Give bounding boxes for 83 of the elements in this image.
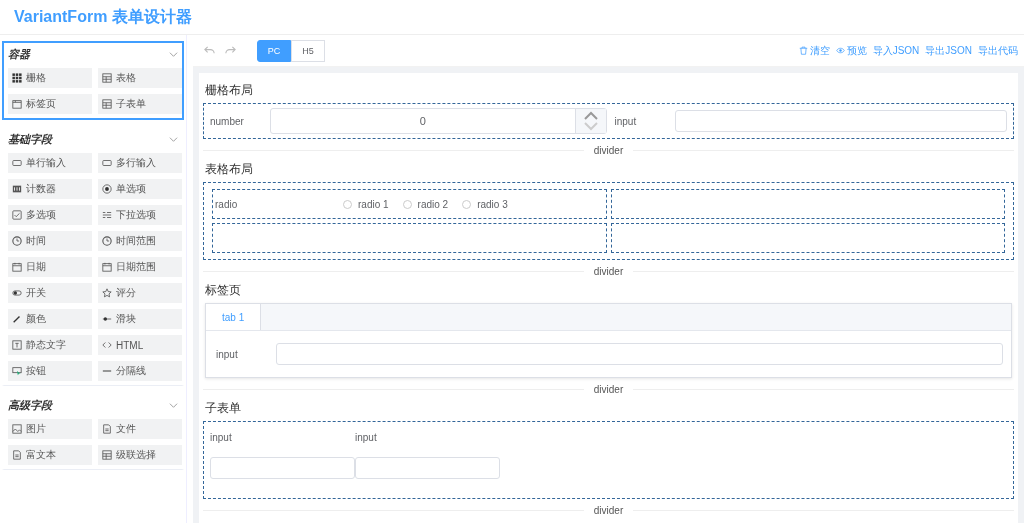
device-toggle[interactable]: H5	[291, 39, 325, 62]
list-icon	[102, 210, 112, 220]
widget-item[interactable]: 静态文字	[8, 335, 92, 355]
widget-item[interactable]: 颜色	[8, 309, 92, 329]
text-input[interactable]	[210, 457, 355, 479]
widget-item[interactable]: 栅格	[8, 68, 92, 88]
slider-icon	[102, 314, 112, 324]
image-icon	[12, 424, 22, 434]
radio-label: radio 2	[417, 198, 449, 210]
divider-label: divider	[593, 383, 624, 395]
group-title[interactable]: 高级字段	[8, 398, 52, 413]
chevron-down-icon[interactable]	[169, 401, 178, 410]
calendar-icon	[102, 262, 112, 272]
widget-item[interactable]: 日期	[8, 257, 92, 277]
text-input[interactable]	[674, 110, 1007, 132]
widget-item[interactable]: 时间范围	[98, 231, 182, 251]
widget-item[interactable]: 子表单	[98, 94, 182, 114]
file-icon	[102, 424, 112, 434]
window-icon	[12, 99, 22, 109]
widget-title: 标签页	[205, 282, 242, 299]
widget-item[interactable]: 日期范围	[98, 257, 182, 277]
clock-icon	[102, 236, 112, 246]
table-icon	[102, 450, 112, 460]
widget-item[interactable]: 级联选择	[98, 445, 182, 465]
widget-item[interactable]: 富文本	[8, 445, 92, 465]
divider-label: divider	[593, 144, 624, 156]
trash-icon[interactable]	[798, 46, 808, 55]
input-icon	[12, 158, 22, 168]
column-label: input	[210, 431, 233, 443]
text-input[interactable]	[355, 457, 500, 479]
column-label: input	[355, 431, 378, 443]
group-title[interactable]: 容器	[8, 47, 30, 62]
divider-label: divider	[593, 504, 624, 516]
widget-item[interactable]: 多选项	[8, 205, 92, 225]
clock-icon	[12, 236, 22, 246]
eye-icon[interactable]	[835, 46, 845, 55]
code-icon	[102, 340, 112, 350]
widget-item[interactable]: 表格	[98, 68, 182, 88]
text-box-icon	[12, 340, 22, 350]
group-title[interactable]: 基础字段	[8, 132, 52, 147]
table-icon	[102, 99, 112, 109]
widget-item[interactable]: 评分	[98, 283, 182, 303]
widget-item[interactable]: HTML	[98, 335, 182, 355]
checkbox-icon	[12, 210, 22, 220]
widget-item[interactable]: 滑块	[98, 309, 182, 329]
widget-item[interactable]: 下拉选项	[98, 205, 182, 225]
app-title: VariantForm 表单设计器	[14, 6, 192, 27]
calendar-icon	[12, 262, 22, 272]
text-input[interactable]	[276, 343, 1003, 365]
widget-title: 表格布局	[205, 161, 254, 178]
grid-icon	[12, 73, 22, 83]
radio-icon	[102, 184, 112, 194]
table-icon	[102, 73, 112, 83]
widget-item[interactable]: 开关	[8, 283, 92, 303]
number-input[interactable]: 0	[270, 108, 607, 134]
field-label: input	[613, 115, 638, 127]
star-icon	[102, 288, 112, 298]
widget-title: 子表单	[205, 400, 242, 417]
widget-item[interactable]: 单行输入	[8, 153, 92, 173]
widget-title: 栅格布局	[205, 82, 254, 99]
chevron-down-icon[interactable]	[169, 50, 178, 59]
widget-item[interactable]: 标签页	[8, 94, 92, 114]
widget-item[interactable]: 图片	[8, 419, 92, 439]
field-label: input	[216, 348, 239, 360]
radio-label: radio 1	[358, 198, 389, 210]
divider-label: divider	[593, 265, 624, 277]
counter-icon	[12, 184, 22, 194]
field-label: number	[209, 115, 245, 127]
pen-icon	[12, 314, 22, 324]
widget-item[interactable]: 多行输入	[98, 153, 182, 173]
field-label: radio	[214, 198, 239, 210]
button-icon	[12, 366, 22, 376]
widget-item[interactable]: 分隔线	[98, 361, 182, 381]
widget-item[interactable]: 文件	[98, 419, 182, 439]
file-icon	[12, 450, 22, 460]
toggle-icon	[12, 288, 22, 298]
widget-item[interactable]: 计数器	[8, 179, 92, 199]
input-icon	[102, 158, 112, 168]
radio-label: radio 3	[477, 198, 508, 210]
widget-item[interactable]: 按钮	[8, 361, 92, 381]
widget-item[interactable]: 时间	[8, 231, 92, 251]
widget-item[interactable]: 单选项	[98, 179, 182, 199]
chevron-down-icon[interactable]	[169, 135, 178, 144]
